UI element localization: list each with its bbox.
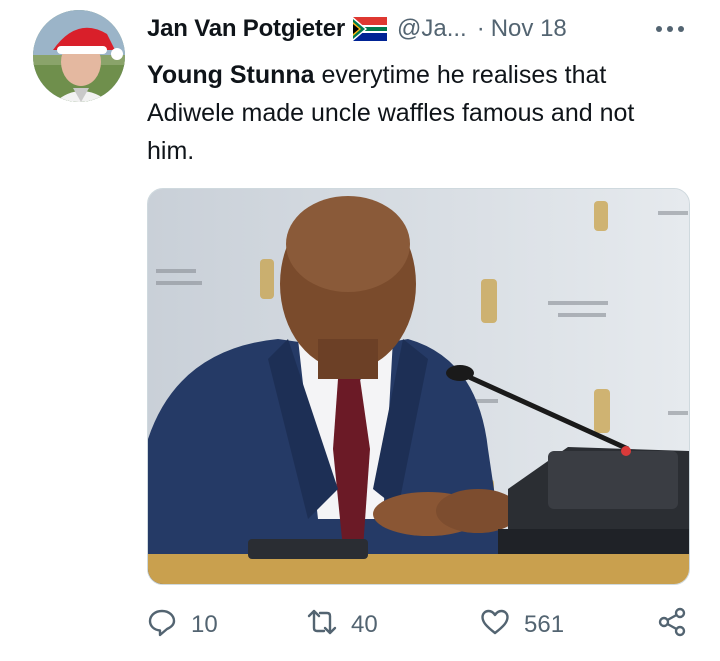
- share-button[interactable]: [657, 605, 687, 645]
- avatar-image: [33, 10, 125, 102]
- south-africa-flag-icon: [353, 17, 387, 41]
- retweet-button[interactable]: 40: [307, 605, 378, 645]
- photo-man-at-microphone: [148, 189, 689, 584]
- author-avatar[interactable]: [33, 10, 125, 102]
- mention-bold-text: Young Stunna: [147, 61, 315, 89]
- retweet-icon: [307, 607, 337, 644]
- tweet-text: Young Stunna everytime he realises that …: [147, 56, 687, 170]
- like-count: 561: [524, 611, 565, 638]
- more-icon[interactable]: [650, 14, 690, 44]
- tweet-action-bar: 10 40 561: [147, 605, 692, 645]
- tweet-media-image[interactable]: [147, 188, 690, 585]
- retweet-count: 40: [351, 611, 378, 638]
- share-icon: [657, 607, 687, 644]
- separator-dot: ·: [476, 15, 485, 42]
- like-button[interactable]: 561: [480, 605, 564, 645]
- heart-icon: [480, 607, 510, 644]
- reply-button[interactable]: 10: [147, 605, 218, 645]
- reply-count: 10: [191, 611, 218, 638]
- author-name[interactable]: Jan Van Potgieter: [147, 15, 345, 43]
- tweet-header: Jan Van Potgieter @Ja... · Nov 18: [147, 12, 687, 46]
- reply-icon: [147, 607, 177, 644]
- tweet-date[interactable]: Nov 18: [491, 15, 567, 43]
- author-handle[interactable]: @Ja...: [397, 15, 467, 43]
